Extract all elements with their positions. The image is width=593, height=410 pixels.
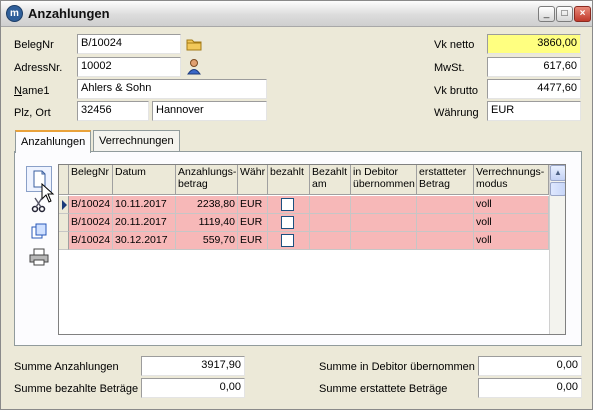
cell-datum[interactable]: 30.12.2017	[113, 232, 176, 250]
cell-waehr[interactable]: EUR	[238, 232, 268, 250]
cell-betrag[interactable]: 1119,40	[176, 214, 238, 232]
summe-anzahlungen-field[interactable]: 3917,90	[141, 356, 245, 376]
row-selector-header	[59, 165, 69, 195]
row-selector[interactable]	[59, 232, 69, 250]
scissors-icon[interactable]	[31, 197, 47, 213]
tab-verrechnungen[interactable]: Verrechnungen	[93, 130, 180, 152]
cell-modus[interactable]: voll	[474, 196, 549, 214]
person-icon[interactable]	[187, 58, 201, 75]
vkbrutto-field[interactable]: 4477,60	[487, 79, 581, 99]
column-header-belegnr[interactable]: BelegNr	[69, 165, 113, 195]
cell-datum[interactable]: 20.11.2017	[113, 214, 176, 232]
cell-modus[interactable]: voll	[474, 232, 549, 250]
waehrung-field[interactable]: EUR	[487, 101, 581, 121]
scroll-thumb[interactable]	[550, 182, 565, 196]
row-selector[interactable]	[59, 196, 69, 214]
column-header-bezahlt-am[interactable]: Bezahlt am	[310, 165, 351, 195]
column-header-betrag[interactable]: Anzahlungs-betrag	[176, 165, 238, 195]
cell-bezahlt[interactable]	[268, 232, 310, 250]
cell-erstattet[interactable]	[417, 214, 474, 232]
summe-bezahlte-label: Summe bezahlte Beträge	[14, 383, 139, 395]
cell-belegnr[interactable]: B/10024	[69, 196, 113, 214]
name1-label: Name1	[14, 85, 50, 97]
bezahlt-checkbox[interactable]	[281, 234, 294, 247]
cell-belegnr[interactable]: B/10024	[69, 214, 113, 232]
current-row-arrow-icon	[62, 200, 67, 210]
cell-waehr[interactable]: EUR	[238, 196, 268, 214]
vknetto-field[interactable]: 3860,00	[487, 34, 581, 54]
cell-datum[interactable]: 10.11.2017	[113, 196, 176, 214]
column-header-waehr[interactable]: Währ	[238, 165, 268, 195]
summe-bezahlte-field[interactable]: 0,00	[141, 378, 245, 398]
column-header-modus[interactable]: Verrechnungs-modus	[474, 165, 549, 195]
row-selector[interactable]	[59, 214, 69, 232]
column-header-bezahlt[interactable]: bezahlt	[268, 165, 310, 195]
cell-erstattet[interactable]	[417, 232, 474, 250]
cell-belegnr[interactable]: B/10024	[69, 232, 113, 250]
summe-erstattete-field[interactable]: 0,00	[478, 378, 582, 398]
cell-bezahlt[interactable]	[268, 214, 310, 232]
cell-debitor[interactable]	[351, 232, 417, 250]
vertical-scrollbar[interactable]: ▲	[549, 165, 565, 334]
plzort-label: Plz, Ort	[14, 107, 51, 119]
minimize-button[interactable]: _	[538, 6, 555, 22]
close-button[interactable]: ×	[574, 6, 591, 22]
belegnr-field[interactable]: B/10024	[77, 34, 181, 54]
maximize-button[interactable]: □	[556, 6, 573, 22]
chevron-up-icon: ▲	[554, 168, 562, 177]
mwst-label: MwSt.	[434, 62, 465, 74]
tab-anzahlungen[interactable]: Anzahlungen	[15, 130, 92, 153]
anzahlungen-window: m Anzahlungen _ □ × BelegNr B/10024 Adre…	[0, 0, 593, 410]
cell-erstattet[interactable]	[417, 196, 474, 214]
column-header-datum[interactable]: Datum	[113, 165, 176, 195]
app-icon: m	[6, 5, 23, 22]
column-header-debitor[interactable]: in Debitor übernommen	[351, 165, 417, 195]
title-bar[interactable]: m Anzahlungen _ □ ×	[1, 1, 592, 27]
cell-betrag[interactable]: 2238,80	[176, 196, 238, 214]
cell-modus[interactable]: voll	[474, 214, 549, 232]
scroll-up-button[interactable]: ▲	[550, 165, 565, 181]
copy-icon[interactable]	[30, 222, 48, 240]
belegnr-label: BelegNr	[14, 39, 54, 51]
cell-bezahlt-am[interactable]	[310, 232, 351, 250]
cell-debitor[interactable]	[351, 196, 417, 214]
vkbrutto-label: Vk brutto	[434, 85, 479, 97]
column-header-erstattet[interactable]: erstatteter Betrag	[417, 165, 474, 195]
adressnr-field[interactable]: 10002	[77, 57, 181, 77]
print-icon[interactable]	[29, 248, 49, 266]
cell-bezahlt-am[interactable]	[310, 196, 351, 214]
waehrung-label: Währung	[434, 107, 479, 119]
cell-betrag[interactable]: 559,70	[176, 232, 238, 250]
summe-erstattete-label: Summe erstattete Beträge	[319, 383, 448, 395]
window-title: Anzahlungen	[28, 6, 110, 21]
ort-field[interactable]: Hannover	[152, 101, 267, 121]
folder-icon[interactable]	[186, 37, 203, 51]
anzahlungen-table[interactable]: BelegNr Datum Anzahlungs-betrag Währ bez…	[58, 164, 566, 335]
summe-debitor-field[interactable]: 0,00	[478, 356, 582, 376]
bezahlt-checkbox[interactable]	[281, 216, 294, 229]
cell-debitor[interactable]	[351, 214, 417, 232]
name1-field[interactable]: Ahlers & Sohn	[77, 79, 267, 99]
vknetto-label: Vk netto	[434, 39, 475, 51]
adressnr-label: AdressNr.	[14, 62, 63, 74]
summe-anzahlungen-label: Summe Anzahlungen	[14, 361, 119, 373]
name1-label-text: ame1	[21, 85, 50, 97]
cell-bezahlt-am[interactable]	[310, 214, 351, 232]
summe-debitor-label: Summe in Debitor übernommen	[319, 361, 475, 373]
cell-waehr[interactable]: EUR	[238, 214, 268, 232]
mwst-field[interactable]: 617,60	[487, 57, 581, 77]
bezahlt-checkbox[interactable]	[281, 198, 294, 211]
cell-bezahlt[interactable]	[268, 196, 310, 214]
plz-field[interactable]: 32456	[77, 101, 149, 121]
